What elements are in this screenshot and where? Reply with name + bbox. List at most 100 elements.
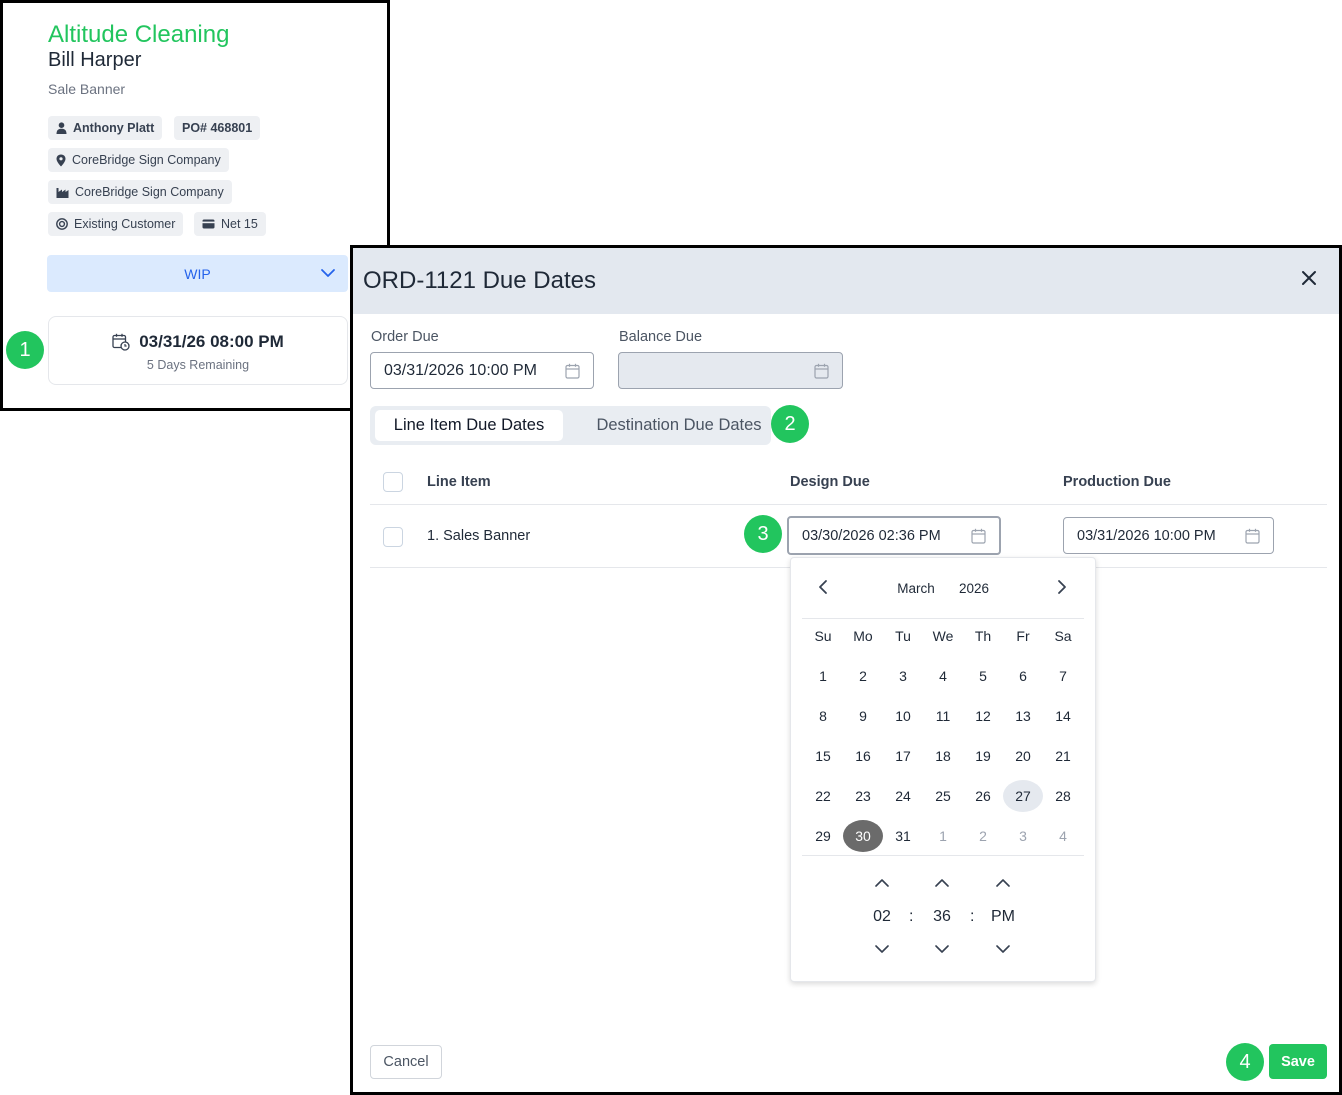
select-all-checkbox[interactable] <box>383 472 403 492</box>
calendar-day[interactable]: 28 <box>1043 780 1083 812</box>
calendar-day[interactable]: 29 <box>803 820 843 852</box>
calendar-day-next-month[interactable]: 1 <box>923 820 963 852</box>
weekday-label: Sa <box>1054 628 1072 644</box>
calendar-day[interactable]: 5 <box>963 660 1003 692</box>
time-separator: : <box>909 908 914 925</box>
chevron-down-icon[interactable] <box>935 944 949 954</box>
callout-badge-2: 2 <box>771 405 809 443</box>
calendar-day[interactable]: 14 <box>1043 700 1083 732</box>
chevron-up-icon[interactable] <box>996 878 1010 888</box>
calendar-week: 22 23 24 25 26 27 28 <box>803 776 1083 816</box>
company-name[interactable]: Altitude Cleaning <box>48 21 229 49</box>
close-icon[interactable] <box>1301 270 1317 286</box>
table-divider <box>370 504 1327 505</box>
payment-terms: Net 15 <box>221 217 258 231</box>
calendar-day[interactable]: 8 <box>803 700 843 732</box>
chevron-right-icon[interactable] <box>1056 579 1068 595</box>
balance-due-input <box>618 352 843 389</box>
location-name: CoreBridge Sign Company <box>72 153 221 167</box>
status-value: WIP <box>184 265 211 282</box>
calendar-icon[interactable] <box>971 528 986 544</box>
contact-name[interactable]: Bill Harper <box>48 49 141 72</box>
calendar-day-selected[interactable]: 30 <box>843 820 883 852</box>
calendar-day[interactable]: 11 <box>923 700 963 732</box>
order-due-label: Order Due <box>371 329 439 345</box>
calendar-day[interactable]: 17 <box>883 740 923 772</box>
due-datetime: 03/31/26 08:00 PM <box>139 332 284 351</box>
calendar-day[interactable]: 18 <box>923 740 963 772</box>
calendar-day[interactable]: 23 <box>843 780 883 812</box>
calendar-day[interactable]: 10 <box>883 700 923 732</box>
calendar-day[interactable]: 21 <box>1043 740 1083 772</box>
order-card: Altitude Cleaning Bill Harper Sale Banne… <box>0 0 390 411</box>
calendar-day[interactable]: 20 <box>1003 740 1043 772</box>
production-due-value: 03/31/2026 10:00 PM <box>1077 527 1216 544</box>
balance-due-label: Balance Due <box>619 329 703 345</box>
save-button[interactable]: Save <box>1269 1044 1327 1079</box>
minute-value[interactable]: 36 <box>922 908 962 926</box>
due-date-tabs: Line Item Due Dates Destination Due Date… <box>370 406 771 445</box>
status-dropdown[interactable]: WIP <box>47 255 348 292</box>
line-item-name: 1. Sales Banner <box>427 528 531 544</box>
row-checkbox[interactable] <box>383 527 403 547</box>
calendar-day[interactable]: 25 <box>923 780 963 812</box>
calendar-day-next-month[interactable]: 2 <box>963 820 1003 852</box>
production-due-input[interactable]: 03/31/2026 10:00 PM <box>1063 517 1274 554</box>
user-icon <box>56 122 67 134</box>
target-icon <box>56 218 68 230</box>
col-header-line-item[interactable]: Line Item <box>427 474 491 490</box>
factory-icon <box>56 187 69 198</box>
due-date-box[interactable]: 03/31/26 08:00 PM 5 Days Remaining <box>48 316 348 385</box>
calendar-day-next-month[interactable]: 3 <box>1003 820 1043 852</box>
chevron-up-icon[interactable] <box>875 878 889 888</box>
facility-chip: CoreBridge Sign Company <box>48 180 232 204</box>
terms-chip: Net 15 <box>194 212 266 236</box>
calendar-day-today[interactable]: 27 <box>1003 780 1043 812</box>
calendar-day[interactable]: 12 <box>963 700 1003 732</box>
order-due-value: 03/31/2026 10:00 PM <box>384 361 538 379</box>
callout-badge-3: 3 <box>744 515 782 553</box>
calendar-day[interactable]: 13 <box>1003 700 1043 732</box>
hour-value[interactable]: 02 <box>862 908 902 926</box>
calendar-day[interactable]: 16 <box>843 740 883 772</box>
tab-destination-due-dates[interactable]: Destination Due Dates <box>590 410 768 441</box>
modal-title: ORD-1121 Due Dates <box>363 267 596 294</box>
calendar-icon[interactable] <box>1245 528 1260 544</box>
calendar-week: 8 9 10 11 12 13 14 <box>803 696 1083 736</box>
calendar-day[interactable]: 31 <box>883 820 923 852</box>
calendar-day[interactable]: 15 <box>803 740 843 772</box>
calendar-grid: Su Mo Tu We Th Fr Sa 1 2 3 4 5 6 7 8 9 1… <box>803 624 1083 856</box>
col-header-design-due[interactable]: Design Due <box>790 474 870 490</box>
days-remaining: 5 Days Remaining <box>146 358 250 372</box>
picker-month[interactable]: March <box>891 581 941 596</box>
calendar-day[interactable]: 22 <box>803 780 843 812</box>
order-due-input[interactable]: 03/31/2026 10:00 PM <box>370 352 594 389</box>
chevron-down-icon[interactable] <box>996 944 1010 954</box>
calendar-day[interactable]: 19 <box>963 740 1003 772</box>
calendar-day[interactable]: 26 <box>963 780 1003 812</box>
picker-year[interactable]: 2026 <box>949 581 999 596</box>
calendar-icon[interactable] <box>565 363 580 379</box>
weekday-label: Su <box>814 628 832 644</box>
calendar-day[interactable]: 24 <box>883 780 923 812</box>
calendar-day[interactable]: 3 <box>883 660 923 692</box>
calendar-day[interactable]: 9 <box>843 700 883 732</box>
facility-name: CoreBridge Sign Company <box>75 185 224 199</box>
period-value[interactable]: PM <box>983 908 1023 926</box>
calendar-day[interactable]: 1 <box>803 660 843 692</box>
calendar-day[interactable]: 6 <box>1003 660 1043 692</box>
col-header-production-due[interactable]: Production Due <box>1063 474 1171 490</box>
chevron-up-icon[interactable] <box>935 878 949 888</box>
design-due-input[interactable]: 03/30/2026 02:36 PM <box>787 516 1001 555</box>
calendar-day-next-month[interactable]: 4 <box>1043 820 1083 852</box>
calendar-day[interactable]: 4 <box>923 660 963 692</box>
chevron-down-icon[interactable] <box>875 944 889 954</box>
weekday-header: Su Mo Tu We Th Fr Sa <box>803 624 1083 648</box>
tab-line-item-due-dates[interactable]: Line Item Due Dates <box>375 410 563 441</box>
calendar-day[interactable]: 2 <box>843 660 883 692</box>
picker-divider <box>802 855 1084 856</box>
chevron-left-icon[interactable] <box>817 579 829 595</box>
modal-header: ORD-1121 Due Dates <box>353 248 1339 314</box>
calendar-day[interactable]: 7 <box>1043 660 1083 692</box>
cancel-button[interactable]: Cancel <box>370 1045 442 1079</box>
